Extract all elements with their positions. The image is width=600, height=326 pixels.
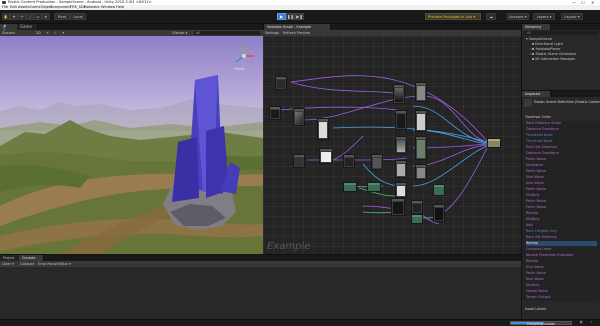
graph-node[interactable] [433,184,445,196]
graph-node[interactable] [317,118,329,140]
console-toolbar: Clear ▾ Collapse Error Pause Editor ▾ [0,261,521,267]
graph-node[interactable] [415,136,427,160]
inspector-object-title: Elastic Scene Definition (Elastic Conten… [534,100,600,104]
graph-node[interactable] [319,148,333,164]
traversal-row[interactable]: Terrain Output [526,295,597,301]
graph-node[interactable] [371,154,383,170]
hand-tool-icon[interactable]: ✋ [2,13,10,20]
local-button[interactable]: Local [70,13,86,20]
scale-tool-icon[interactable]: ⤢ [26,13,34,20]
hierarchy-item-directional-light[interactable]: Directional Light [532,42,563,46]
graph-node[interactable] [343,154,355,168]
collab-icon[interactable]: ✓ [590,320,593,324]
graph-node[interactable] [433,204,445,222]
asset-icon [524,99,532,107]
graph-node[interactable] [395,182,407,198]
graph-node[interactable] [275,76,287,90]
orientation-gizmo[interactable] [235,45,254,65]
hierarchy-item-xr-interaction-manager[interactable]: XR Interaction Manager [532,57,575,61]
editor-dropdown[interactable]: Editor ▾ [58,261,71,267]
inspector-panel: Inspector Elastic Scene Definition (Elas… [521,90,600,320]
move-tool-icon[interactable]: ✥ [10,13,18,20]
graph-node[interactable] [293,154,305,168]
layers-dropdown[interactable]: Layers ▾ [533,13,555,20]
hierarchy-item-elastic-scene-generator[interactable]: › Elastic Scene Generator [530,52,576,56]
tab-inspector[interactable]: Inspector [522,91,551,97]
compile-progress-bar: Compiling shader [510,321,572,326]
hierarchy-scene-root[interactable]: ▾ SampleScene [526,37,552,41]
asset-labels-label: Asset Labels [525,307,547,311]
tab-hierarchy[interactable]: Hierarchy [522,24,551,30]
graph-node[interactable] [415,164,427,180]
hierarchy-panel: Hierarchy All ▾ SampleScene Directional … [521,24,600,90]
graph-node[interactable] [411,200,423,214]
graph-node[interactable] [293,108,305,126]
account-dropdown[interactable]: Account ▾ [507,13,529,20]
preview-packages-badge[interactable]: Preview Packages in Use ▾ [425,13,481,20]
graph-node[interactable] [343,182,357,192]
cube-icon [532,43,534,45]
play-button[interactable]: ▶ [277,13,286,20]
console-panel: Project Console Clear ▾ Collapse Error P… [0,254,521,320]
graph-node[interactable] [367,182,381,192]
graph-node[interactable] [391,198,405,216]
traversal-order-label: Traversal Order [525,115,552,119]
graph-node[interactable] [395,160,407,178]
terrain-render [0,45,263,254]
graph-node[interactable] [393,84,405,104]
graph-watermark: Example [267,241,311,252]
hierarchy-item-hololabsplayer[interactable]: › HololabsPlayer [530,47,561,51]
graph-node[interactable] [415,110,427,132]
graph-node[interactable] [415,82,427,102]
notification-icon[interactable]: ◐ [580,320,583,324]
transform-tool-icon[interactable]: ⊕ [42,13,50,20]
unity-logo-icon [2,1,6,4]
graph-node[interactable] [395,110,407,130]
graph-node[interactable] [269,106,281,120]
graph-node[interactable] [411,214,423,224]
rect-tool-icon[interactable]: ▭ [34,13,42,20]
clear-dropdown[interactable]: Clear ▾ [2,261,14,267]
scene-name: SampleScene [528,37,552,41]
traversal-order-list[interactable]: Rock Distance Stripe Distance Transform Th… [522,121,600,301]
graph-canvas[interactable]: Example [263,36,521,254]
cube-icon [532,58,534,60]
pause-button[interactable]: ❚❚ [286,13,295,20]
scene-search-input[interactable]: All [194,31,260,35]
collapse-button[interactable]: Collapse [20,261,34,267]
cloud-icon[interactable]: ☁ [486,13,496,20]
layout-dropdown[interactable]: Layout ▾ [561,13,583,20]
graph-node[interactable] [395,136,407,154]
graph-edges [278,75,488,225]
error-pause-button[interactable]: Error Pause [38,261,57,267]
main-toolbar: ✋ ✥ ⟳ ⤢ ▭ ⊕ Pivot Local ▶ ❚❚ ▶❚ Preview … [0,10,600,24]
graph-output-node[interactable] [487,138,501,148]
scene-viewport[interactable]: <Persp [0,36,263,254]
step-button[interactable]: ▶❚ [295,13,304,20]
hierarchy-search-input[interactable]: All [525,31,598,35]
pivot-button[interactable]: Pivot [54,13,70,20]
rotate-tool-icon[interactable]: ⟳ [18,13,26,20]
persp-label[interactable]: <Persp [233,67,244,71]
